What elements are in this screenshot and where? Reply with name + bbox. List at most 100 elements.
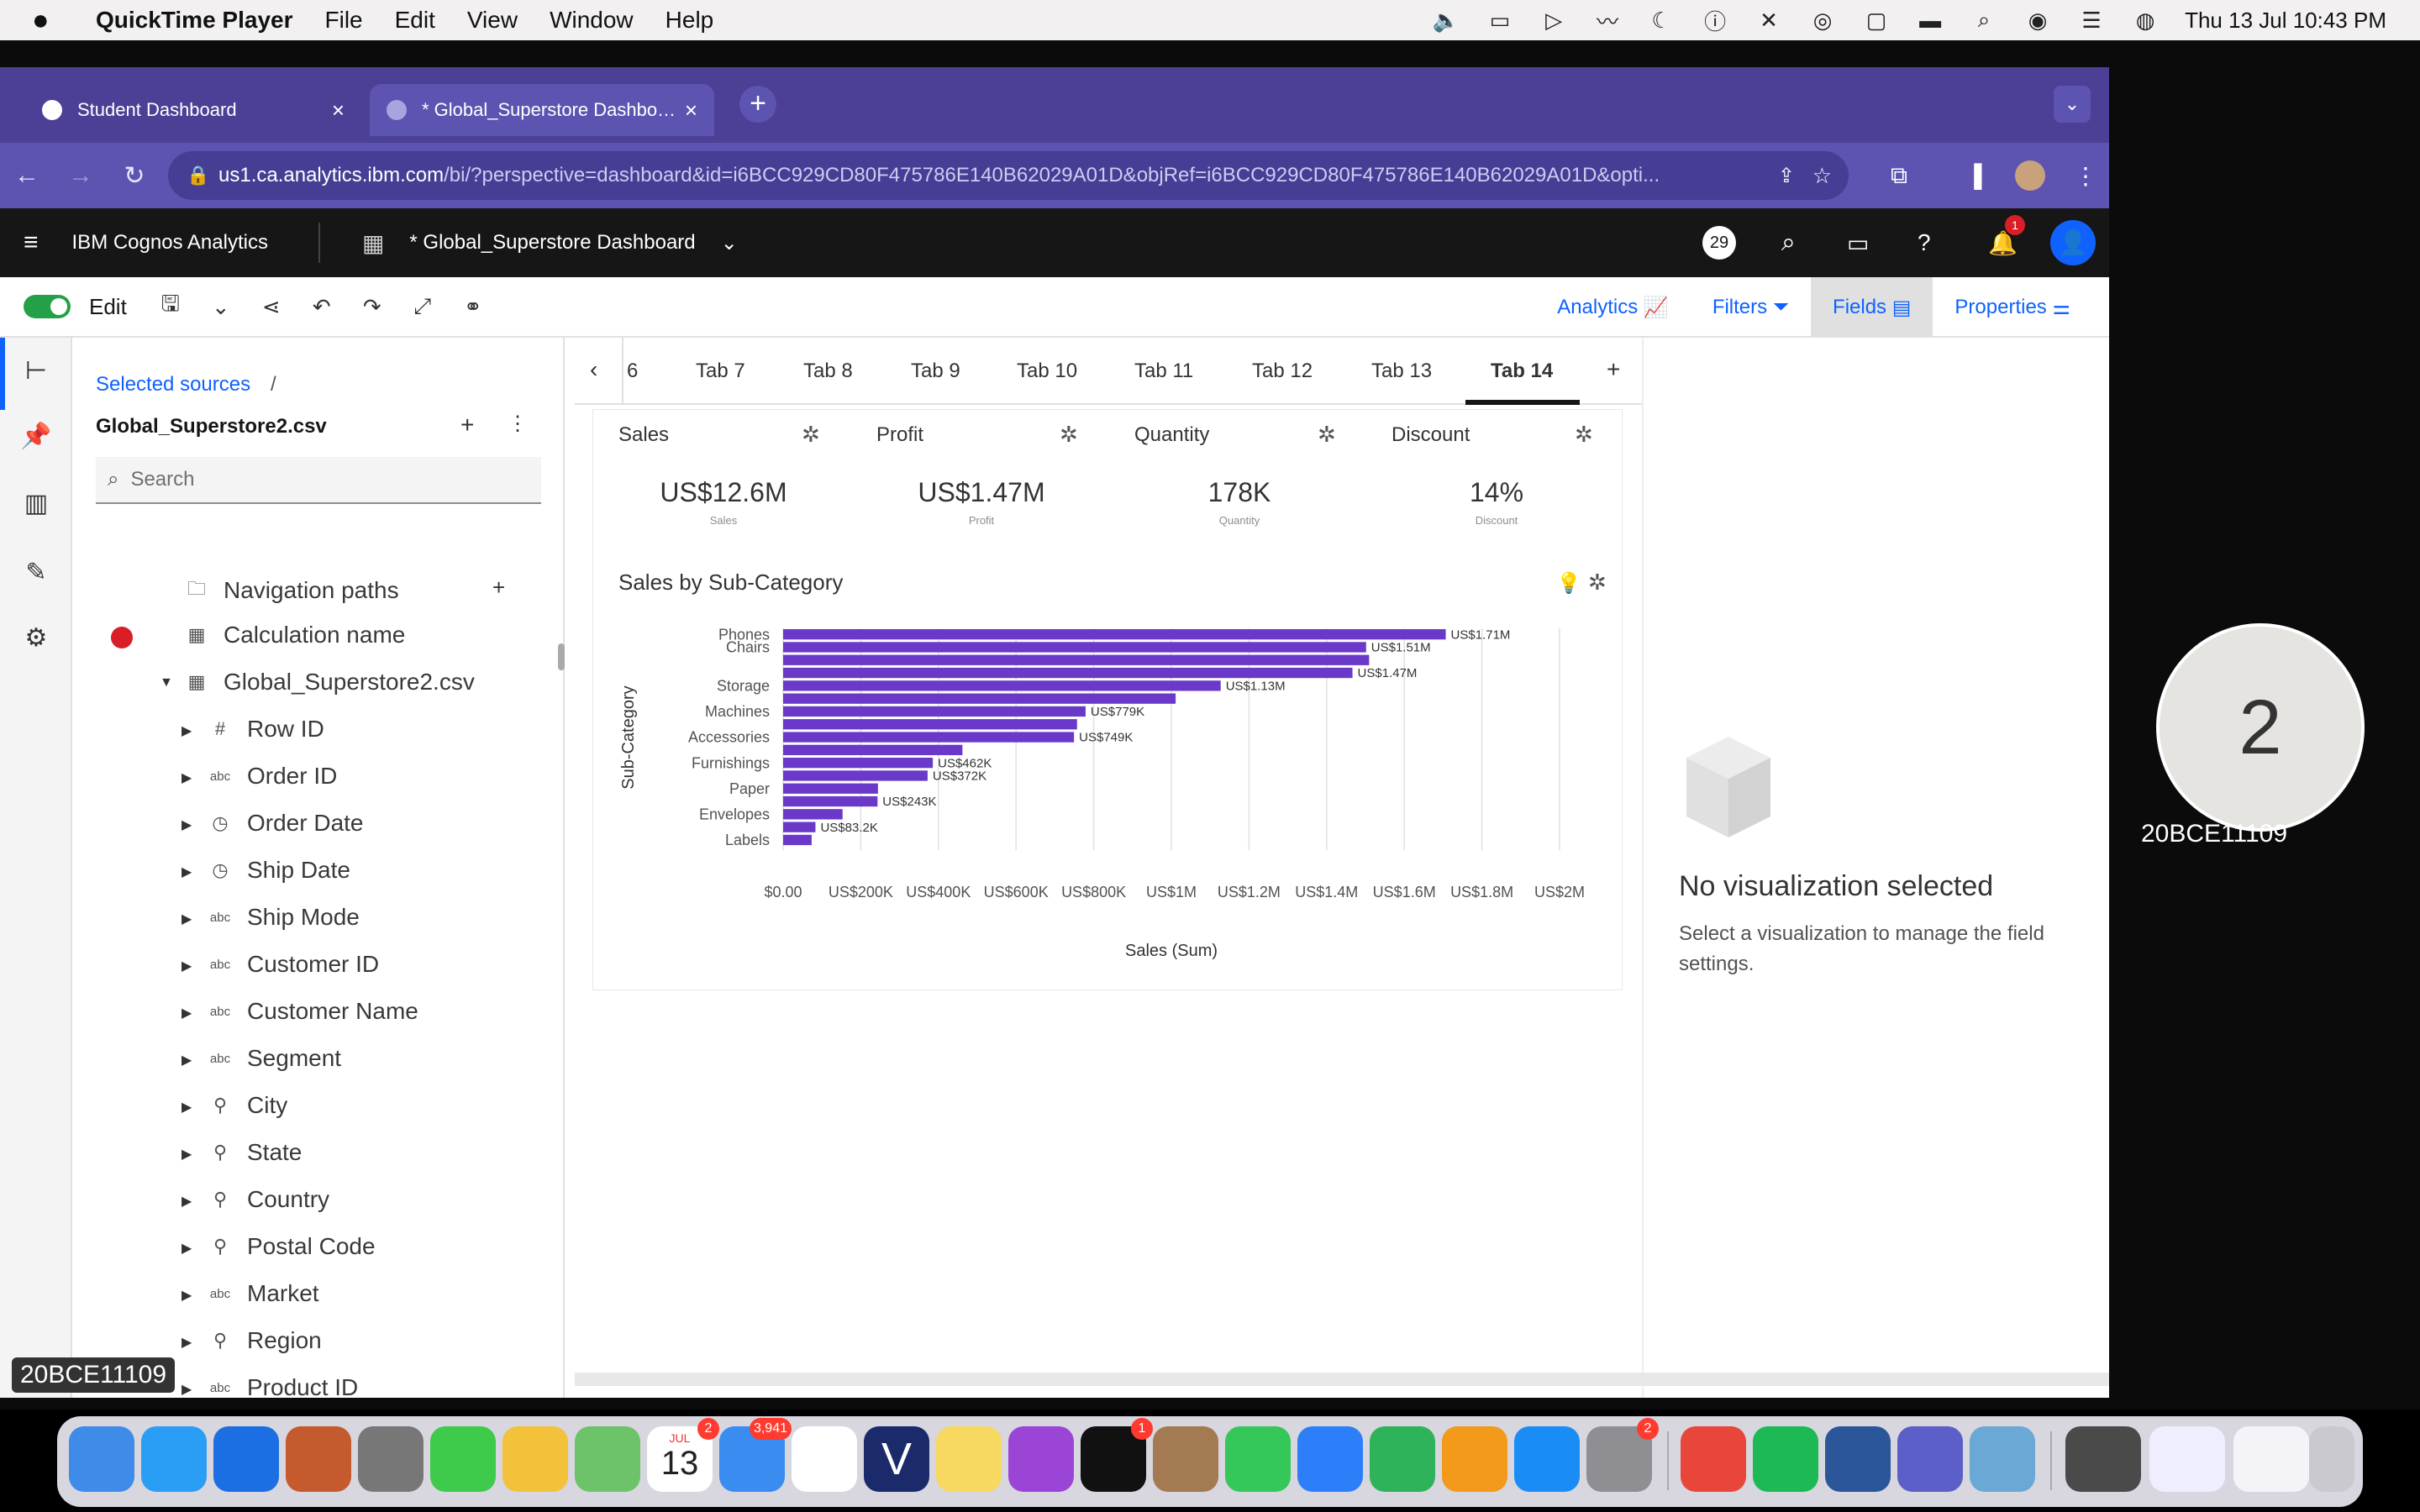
bar-tables[interactable]	[783, 719, 1077, 730]
bar-phones[interactable]	[783, 629, 1446, 640]
chart-settings-icon[interactable]: ✲	[1588, 570, 1607, 596]
save-icon[interactable]: 🖫	[145, 288, 196, 325]
calendar-icon[interactable]: JUL 13 2	[647, 1418, 719, 1492]
caret-down-icon[interactable]: ▼	[160, 675, 173, 690]
word-icon[interactable]	[1825, 1426, 1891, 1492]
user-avatar-icon[interactable]: 👤	[2050, 220, 2096, 265]
bar-accessories[interactable]	[783, 732, 1075, 743]
kpi-settings-icon[interactable]: ✲	[802, 422, 820, 448]
bar-labels[interactable]	[783, 834, 812, 846]
play-icon[interactable]: ▷	[1539, 8, 1568, 33]
share-icon[interactable]: ⋖	[246, 294, 297, 320]
chess-icon[interactable]	[358, 1426, 424, 1492]
safari-icon[interactable]	[141, 1426, 207, 1492]
menu-help[interactable]: Help	[666, 7, 714, 34]
tree-item[interactable]: abc Order ID	[205, 763, 337, 790]
bar-storage[interactable]	[783, 680, 1221, 691]
display-icon[interactable]: ▭	[1486, 8, 1514, 33]
tree-item[interactable]: abc Segment	[205, 1045, 341, 1072]
share-icon[interactable]: ⇪	[1778, 164, 1795, 188]
reload-icon[interactable]: ↻	[108, 161, 161, 191]
tree-item[interactable]: abc Product ID	[205, 1374, 358, 1398]
data-sources-icon[interactable]: ⊢	[18, 356, 54, 391]
tab-scroll-left-icon[interactable]: ‹	[590, 356, 597, 383]
panel-resize-handle[interactable]	[558, 643, 565, 670]
chat-icon[interactable]: ▭	[1847, 229, 1869, 257]
fields-button[interactable]: Fields ▤	[1811, 277, 1933, 338]
dashboard-tab-9[interactable]: Tab 9	[911, 360, 960, 383]
tree-item[interactable]: ⚲ City	[205, 1092, 287, 1119]
hamburger-menu-icon[interactable]: ≡	[24, 228, 39, 257]
tree-item[interactable]: ▦ Global_Superstore2.csv	[182, 669, 475, 696]
launchpad-icon[interactable]	[286, 1426, 351, 1492]
caret-right-icon[interactable]: ▶	[182, 1381, 192, 1398]
dashboard-tab-8[interactable]: Tab 8	[803, 360, 853, 383]
finder-icon[interactable]	[69, 1426, 134, 1492]
caret-right-icon[interactable]: ▶	[182, 769, 192, 786]
trash-icon[interactable]	[2309, 1426, 2354, 1492]
dashboard-tab-7[interactable]: Tab 7	[696, 360, 745, 383]
xcode-icon[interactable]	[213, 1426, 279, 1492]
bar-bookcases[interactable]	[783, 667, 1353, 679]
recent-window-thumbnail[interactable]	[2233, 1426, 2309, 1492]
caret-right-icon[interactable]: ▶	[182, 958, 192, 974]
maps-icon[interactable]	[575, 1426, 640, 1492]
app-name-menu[interactable]: QuickTime Player	[96, 7, 293, 34]
dashboard-tab-11[interactable]: Tab 11	[1134, 360, 1193, 383]
browser-tab-student-dashboard[interactable]: Student Dashboard ×	[25, 84, 361, 136]
vtop-icon[interactable]: V	[864, 1426, 929, 1492]
dashboard-tab-10[interactable]: Tab 10	[1017, 360, 1077, 383]
extensions-icon[interactable]: ⧉	[1891, 162, 1907, 190]
tab-search-chevron-icon[interactable]: ⌄	[2054, 86, 2091, 123]
menu-edit[interactable]: Edit	[395, 7, 435, 34]
menu-window[interactable]: Window	[550, 7, 634, 34]
pin-icon[interactable]: 📌	[18, 422, 54, 457]
podcasts-icon[interactable]	[1008, 1426, 1074, 1492]
bar-appliances[interactable]	[783, 693, 1176, 704]
chrome-icon[interactable]	[1681, 1426, 1746, 1492]
tree-item[interactable]: abc Customer Name	[205, 998, 418, 1025]
menu-file[interactable]: File	[325, 7, 363, 34]
battery-icon[interactable]: ▬	[1916, 8, 1944, 33]
contacts-icon[interactable]	[1153, 1426, 1218, 1492]
bar-binders[interactable]	[783, 744, 963, 755]
tree-item[interactable]: ◷ Ship Date	[205, 857, 350, 884]
bar-furnishings[interactable]	[783, 758, 934, 769]
redo-icon[interactable]: ↷	[347, 294, 397, 320]
app-store-icon[interactable]	[1514, 1426, 1580, 1492]
horizontal-scrollbar[interactable]	[575, 1373, 2109, 1386]
visualizations-icon[interactable]: ▥	[18, 489, 54, 524]
caret-right-icon[interactable]: ▶	[182, 1005, 192, 1021]
caret-right-icon[interactable]: ▶	[182, 911, 192, 927]
edit-toggle[interactable]	[24, 295, 71, 318]
save-menu-chevron-icon[interactable]: ⌄	[196, 294, 246, 320]
menubar-clock[interactable]: Thu 13 Jul 10:43 PM	[2185, 8, 2386, 34]
relationship-icon[interactable]: ⚭	[448, 294, 498, 320]
caret-right-icon[interactable]: ▶	[182, 816, 192, 833]
apple-tv-icon[interactable]: 1	[1081, 1418, 1153, 1492]
messages-icon[interactable]	[430, 1426, 496, 1492]
help-icon[interactable]: ?	[1918, 229, 1931, 256]
bluetooth-icon[interactable]: ✕	[1754, 8, 1783, 33]
fullscreen-icon[interactable]: ⤢	[397, 293, 448, 320]
analytics-button[interactable]: Analytics 📈	[1535, 277, 1691, 338]
tree-item[interactable]: ▦ Calculation name	[182, 622, 406, 648]
tree-item[interactable]: abc Customer ID	[205, 951, 379, 978]
facetime-icon[interactable]	[1225, 1426, 1291, 1492]
dashboard-card[interactable]: Sales ✲ US$12.6M Sales Profit ✲ US$1.47M Profit…	[593, 410, 1622, 990]
siri-icon[interactable]: ◍	[2131, 8, 2160, 33]
url-field[interactable]: 🔒 us1.ca.analytics.ibm.com/bi/?perspecti…	[168, 151, 1849, 200]
bar-fasteners[interactable]	[783, 822, 816, 832]
teams-icon[interactable]	[1897, 1426, 1963, 1492]
numbers-icon[interactable]	[1370, 1426, 1435, 1492]
accessibility-icon[interactable]: ⓘ	[1701, 9, 1729, 34]
reminders-icon[interactable]	[792, 1426, 857, 1492]
bar-art[interactable]	[783, 770, 928, 781]
close-tab-icon[interactable]: ×	[685, 97, 697, 123]
undo-icon[interactable]: ↶	[297, 294, 347, 320]
sales-by-subcategory-chart[interactable]: $0.00 US$200K US$400K US$600K US$800K US$1M US…	[593, 612, 1622, 1048]
breadcrumb-selected-sources[interactable]: Selected sources	[96, 373, 250, 396]
bar-envelopes[interactable]	[783, 809, 843, 820]
system-settings-icon[interactable]: 2	[1586, 1418, 1659, 1492]
user-icon[interactable]: ◉	[2023, 8, 2052, 33]
